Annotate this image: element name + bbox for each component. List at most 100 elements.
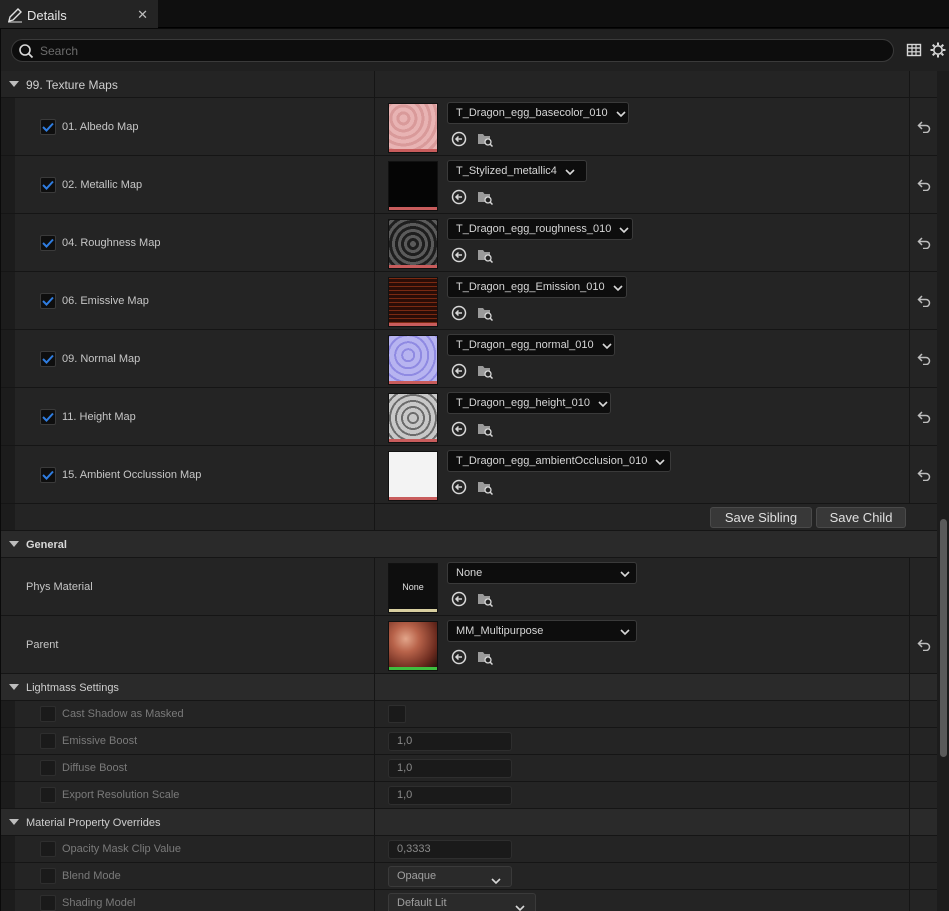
browse-asset-icon[interactable]: [477, 247, 494, 264]
asset-name: T_Stylized_metallic4: [456, 165, 557, 177]
use-selected-icon[interactable]: [451, 591, 467, 607]
scrollbar-thumb[interactable]: [940, 519, 947, 757]
chevron-down-icon[interactable]: [9, 684, 19, 690]
reset-to-default-icon[interactable]: [910, 388, 937, 445]
browse-asset-icon[interactable]: [477, 131, 494, 148]
asset-thumbnail[interactable]: None: [388, 563, 438, 613]
enable-checkbox[interactable]: [40, 467, 56, 483]
property-label: Opacity Mask Clip Value: [62, 843, 182, 855]
texture-thumbnail[interactable]: [388, 335, 438, 385]
browse-asset-icon[interactable]: [477, 363, 494, 380]
use-selected-icon[interactable]: [451, 305, 467, 321]
override-checkbox[interactable]: [40, 841, 56, 857]
asset-picker-combo[interactable]: T_Dragon_egg_normal_010: [447, 334, 615, 356]
chevron-down-icon[interactable]: [9, 541, 19, 547]
reset-to-default-icon[interactable]: [910, 330, 937, 387]
override-checkbox[interactable]: [40, 895, 56, 911]
asset-name: None: [456, 567, 483, 579]
enum-dropdown: Default Lit: [388, 893, 536, 911]
number-field: 1,0: [388, 759, 512, 778]
texture-map-row: 09. Normal Map T_Dragon_egg_normal_010: [1, 330, 937, 388]
chevron-down-icon[interactable]: [9, 81, 19, 87]
asset-picker-combo[interactable]: T_Dragon_egg_height_010: [447, 392, 611, 414]
asset-picker-combo[interactable]: None: [447, 562, 637, 584]
asset-picker-combo[interactable]: T_Dragon_egg_ambientOcclusion_010: [447, 450, 671, 472]
tab-title: Details: [27, 7, 67, 23]
property-label: Parent: [26, 639, 59, 651]
use-selected-icon[interactable]: [451, 363, 467, 379]
texture-thumbnail[interactable]: [388, 161, 438, 211]
override-checkbox[interactable]: [40, 760, 56, 776]
browse-asset-icon[interactable]: [477, 591, 494, 608]
asset-picker-combo[interactable]: MM_Multipurpose: [447, 620, 637, 642]
enable-checkbox[interactable]: [40, 293, 56, 309]
enable-checkbox[interactable]: [40, 351, 56, 367]
texture-thumbnail[interactable]: [388, 103, 438, 153]
save-sibling-button[interactable]: Save Sibling: [710, 507, 812, 528]
use-selected-icon[interactable]: [451, 421, 467, 437]
reset-to-default-icon[interactable]: [910, 214, 937, 271]
category-lightmass-settings[interactable]: Lightmass Settings: [1, 674, 937, 701]
property-label: 09. Normal Map: [62, 353, 141, 365]
enable-checkbox[interactable]: [40, 235, 56, 251]
gear-icon[interactable]: [930, 42, 946, 58]
property-label: 15. Ambient Occlussion Map: [62, 469, 202, 481]
use-selected-icon[interactable]: [451, 649, 467, 665]
asset-name: T_Dragon_egg_ambientOcclusion_010: [456, 455, 648, 467]
asset-picker-combo[interactable]: T_Stylized_metallic4: [447, 160, 587, 182]
asset-picker-combo[interactable]: T_Dragon_egg_Emission_010: [447, 276, 627, 298]
override-checkbox[interactable]: [40, 787, 56, 803]
reset-to-default-icon[interactable]: [910, 446, 937, 503]
category-material-property-overrides[interactable]: Material Property Overrides: [1, 809, 937, 836]
browse-asset-icon[interactable]: [477, 479, 494, 496]
use-selected-icon[interactable]: [451, 189, 467, 205]
enable-checkbox[interactable]: [40, 177, 56, 193]
property-label: Shading Model: [62, 897, 136, 909]
texture-thumbnail[interactable]: [388, 219, 438, 269]
reset-to-default-icon[interactable]: [910, 272, 937, 329]
override-checkbox[interactable]: [40, 706, 56, 722]
property-label: Phys Material: [26, 581, 93, 593]
asset-name: T_Dragon_egg_normal_010: [456, 339, 594, 351]
details-tab[interactable]: Details ✕: [0, 0, 158, 28]
number-field: 1,0: [388, 732, 512, 751]
reset-to-default-icon[interactable]: [910, 616, 937, 673]
chevron-down-icon: [613, 283, 623, 292]
texture-thumbnail[interactable]: [388, 277, 438, 327]
browse-asset-icon[interactable]: [477, 649, 494, 666]
reset-to-default-icon[interactable]: [910, 98, 937, 155]
search-box[interactable]: [11, 39, 894, 62]
table-view-icon[interactable]: [906, 42, 922, 58]
check-icon: [42, 412, 54, 422]
search-input[interactable]: [40, 43, 860, 58]
reset-to-default-icon[interactable]: [910, 156, 937, 213]
asset-picker-combo[interactable]: T_Dragon_egg_basecolor_010: [447, 102, 629, 124]
dropdown-value: Opaque: [397, 870, 437, 882]
texture-map-row: 01. Albedo Map T_Dragon_egg_basecolor_01…: [1, 98, 937, 156]
scrollbar[interactable]: [937, 71, 949, 911]
use-selected-icon[interactable]: [451, 247, 467, 263]
browse-asset-icon[interactable]: [477, 305, 494, 322]
check-icon: [42, 354, 54, 364]
lightmass-row: Diffuse Boost 1,0: [1, 755, 937, 782]
overrides-list: Opacity Mask Clip Value 0,3333 Blend Mod…: [1, 836, 937, 911]
chevron-down-icon: [620, 627, 630, 636]
close-icon[interactable]: ✕: [137, 7, 148, 23]
asset-thumbnail[interactable]: [388, 621, 438, 671]
texture-thumbnail[interactable]: [388, 393, 438, 443]
use-selected-icon[interactable]: [451, 479, 467, 495]
category-general[interactable]: General: [1, 531, 937, 558]
override-checkbox[interactable]: [40, 868, 56, 884]
save-child-button[interactable]: Save Child: [816, 507, 906, 528]
category-texture-maps[interactable]: 99. Texture Maps: [1, 71, 937, 98]
browse-asset-icon[interactable]: [477, 189, 494, 206]
use-selected-icon[interactable]: [451, 131, 467, 147]
browse-asset-icon[interactable]: [477, 421, 494, 438]
property-label: Emissive Boost: [62, 735, 138, 747]
enable-checkbox[interactable]: [40, 409, 56, 425]
override-checkbox[interactable]: [40, 733, 56, 749]
chevron-down-icon[interactable]: [9, 819, 19, 825]
asset-picker-combo[interactable]: T_Dragon_egg_roughness_010: [447, 218, 633, 240]
enable-checkbox[interactable]: [40, 119, 56, 135]
texture-thumbnail[interactable]: [388, 451, 438, 501]
